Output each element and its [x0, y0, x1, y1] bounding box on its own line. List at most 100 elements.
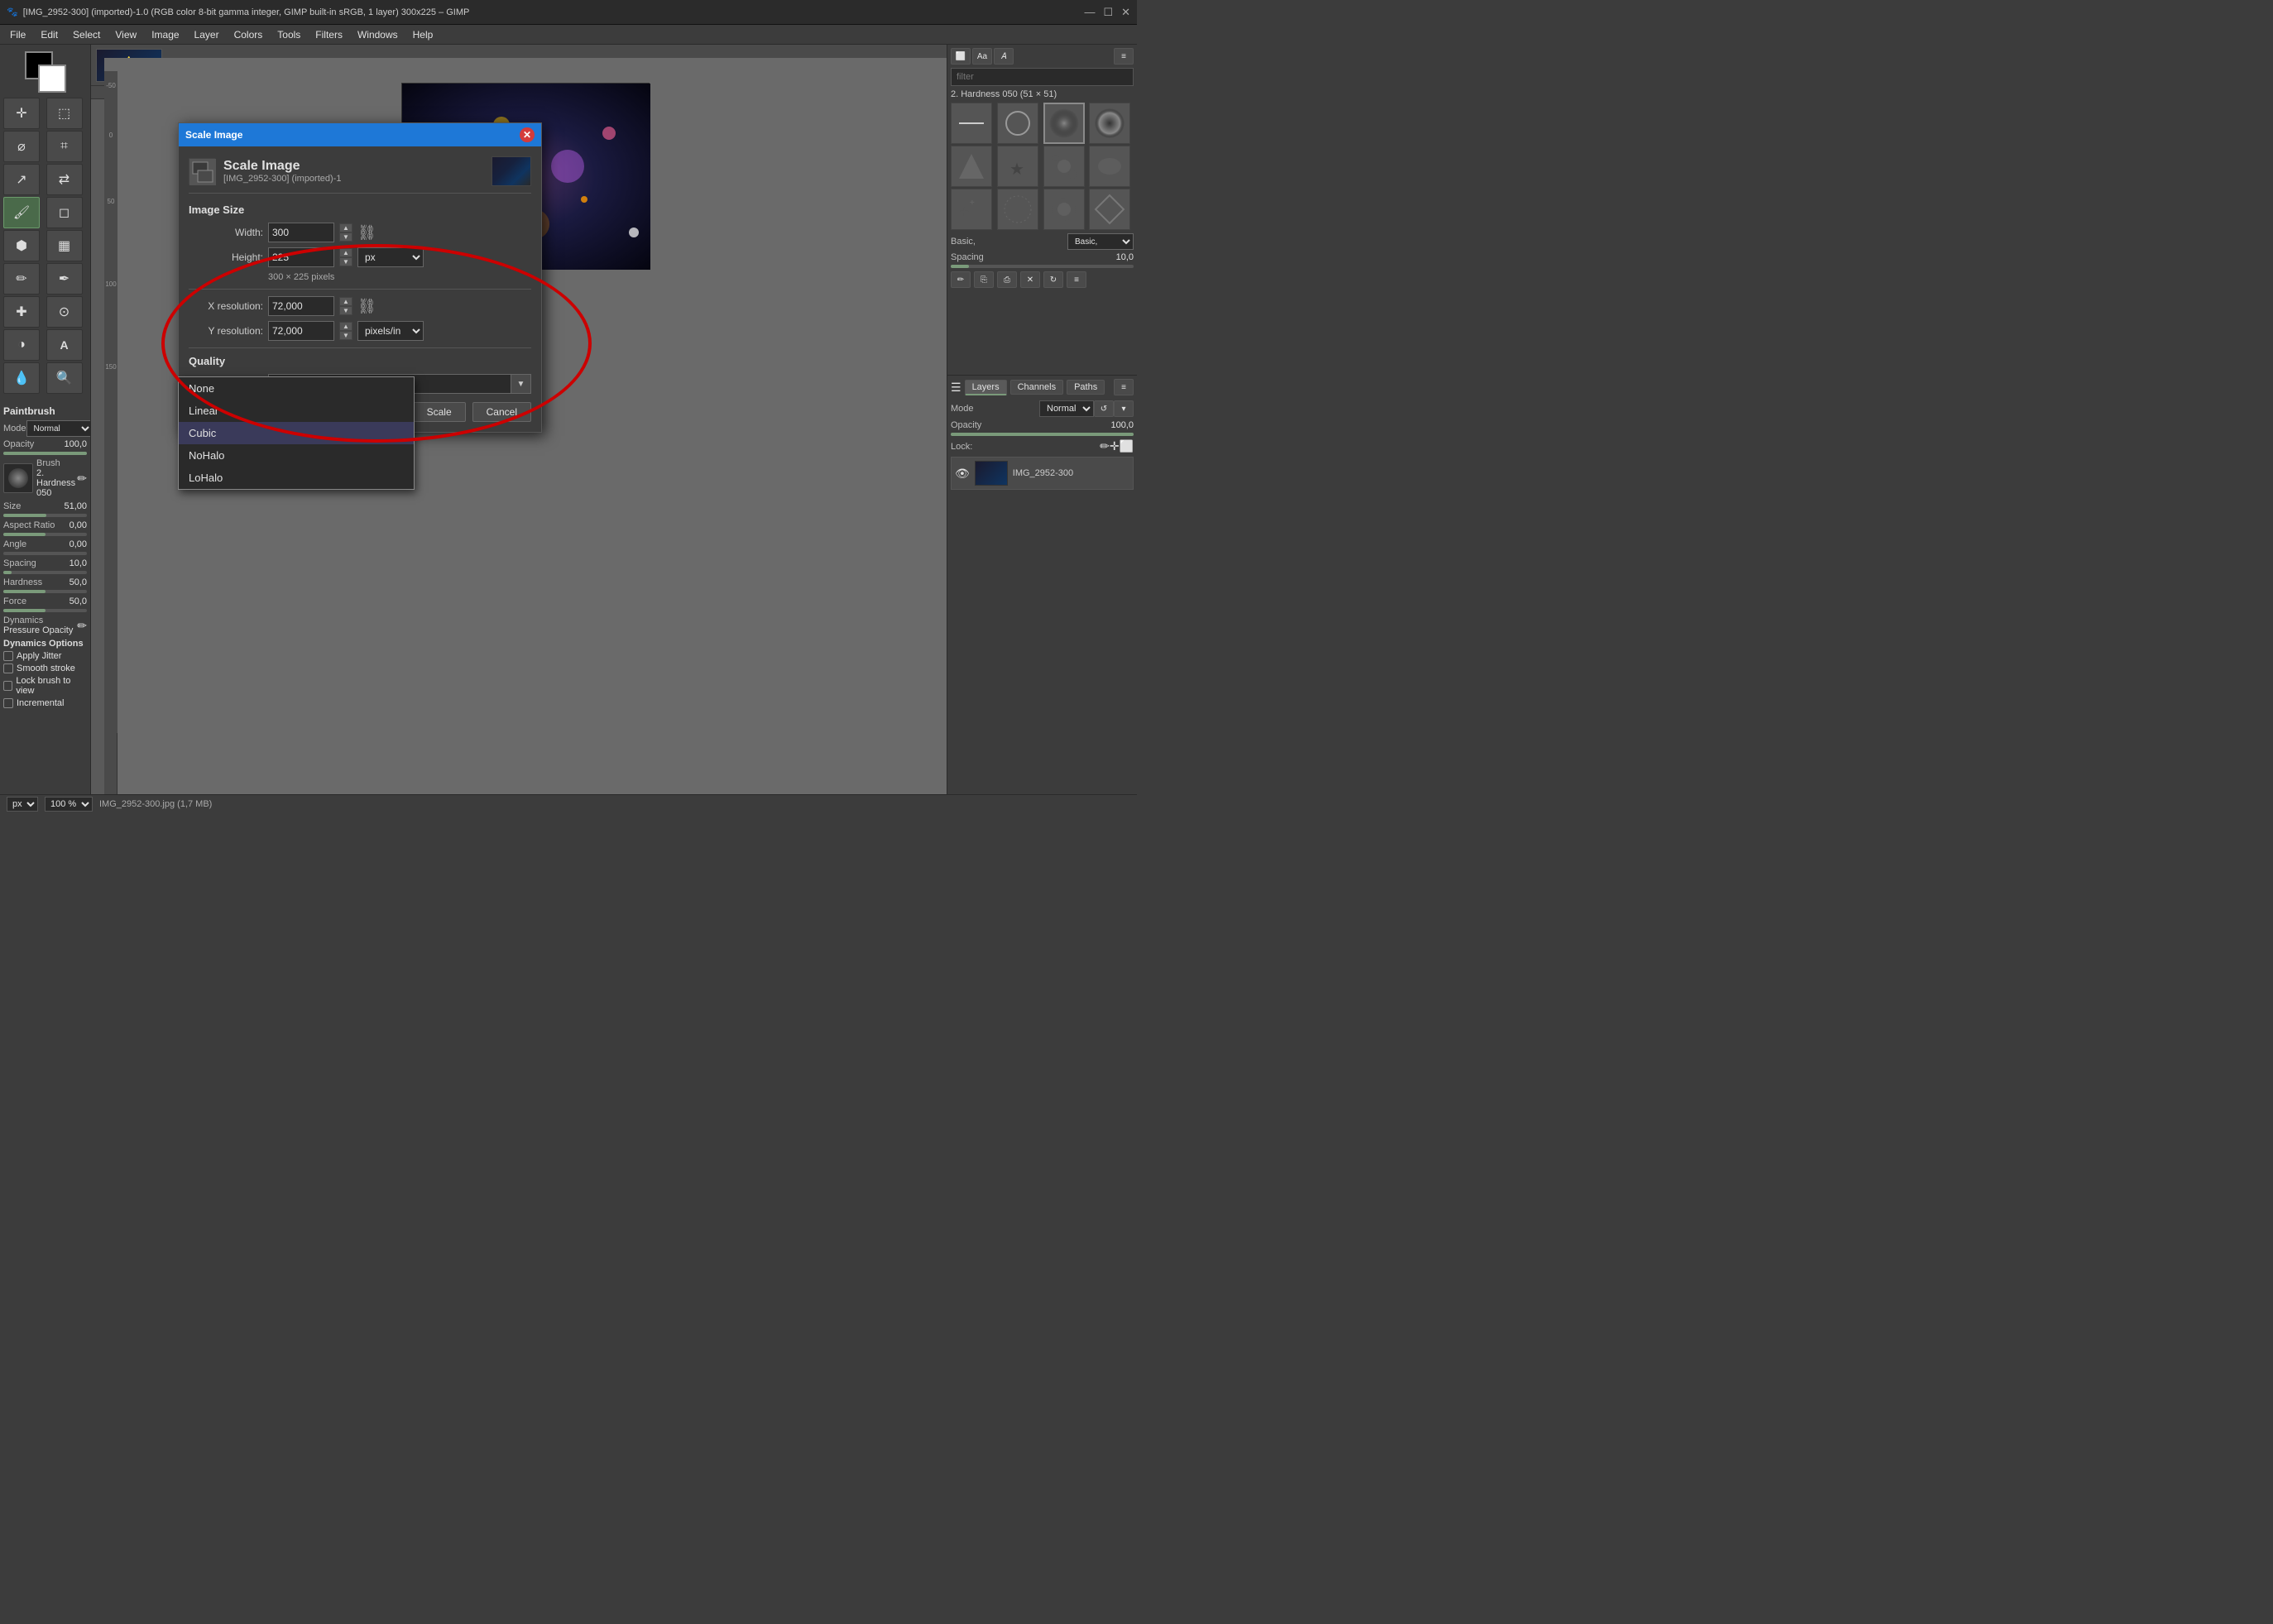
menu-filters[interactable]: Filters	[309, 27, 349, 42]
layer-mode-select[interactable]: Normal	[1039, 400, 1094, 417]
unit-select[interactable]: px	[7, 797, 38, 812]
width-spin-down[interactable]: ▼	[339, 232, 352, 242]
heal-btn[interactable]: ✚	[3, 296, 40, 328]
brush-item[interactable]	[951, 103, 992, 144]
xres-input[interactable]	[268, 296, 334, 316]
eyedropper-btn[interactable]: 💧	[3, 362, 40, 394]
blend-btn[interactable]: ▦	[46, 230, 83, 261]
menu-select[interactable]: Select	[66, 27, 107, 42]
height-spin-up[interactable]: ▲	[339, 248, 352, 257]
menu-tools[interactable]: Tools	[271, 27, 307, 42]
preset-select[interactable]: Basic,	[1067, 233, 1134, 250]
dynamics-edit-icon[interactable]: ✏	[77, 619, 87, 633]
menu-edit[interactable]: Edit	[34, 27, 65, 42]
menu-view[interactable]: View	[108, 27, 143, 42]
brush-item[interactable]	[1089, 146, 1130, 187]
res-unit-select[interactable]: pixels/in	[357, 321, 424, 341]
height-spin-down[interactable]: ▼	[339, 257, 352, 266]
bucket-fill-btn[interactable]: ⬢	[3, 230, 40, 261]
brush-item[interactable]	[951, 146, 992, 187]
rect-select-btn[interactable]: ⬚	[46, 98, 83, 129]
smooth-stroke-row[interactable]: Smooth stroke	[3, 663, 87, 673]
pencil-btn[interactable]: ✏	[3, 263, 40, 295]
unit-select-dialog[interactable]: px	[357, 247, 424, 267]
menu-windows[interactable]: Windows	[351, 27, 405, 42]
lock-brush-row[interactable]: Lock brush to view	[3, 676, 87, 696]
tab-layers[interactable]: Layers	[965, 380, 1007, 395]
brush-item[interactable]	[997, 189, 1038, 230]
brush-panel-menu[interactable]: ≡	[1114, 48, 1134, 65]
eraser-btn[interactable]: ◻	[46, 197, 83, 228]
menu-file[interactable]: File	[3, 27, 32, 42]
layer-item[interactable]: 👁 IMG_2952-300	[951, 457, 1134, 490]
chain-icon[interactable]: ⛓	[357, 224, 376, 242]
cancel-button[interactable]: Cancel	[472, 402, 531, 422]
move-tool-btn[interactable]: ✛	[3, 98, 40, 129]
tab-channels[interactable]: Channels	[1010, 380, 1063, 395]
scale-button[interactable]: Scale	[413, 402, 466, 422]
brush-action-2[interactable]: ⎘	[974, 271, 994, 288]
layer-mode-options[interactable]: ▾	[1114, 400, 1134, 417]
interpolation-dropdown-btn[interactable]: ▼	[511, 374, 531, 394]
incremental-checkbox[interactable]	[3, 698, 13, 708]
smooth-stroke-checkbox[interactable]	[3, 663, 13, 673]
brush-edit-icon[interactable]: ✏	[77, 472, 87, 486]
interpolation-option-lohalo[interactable]: LoHalo	[179, 467, 414, 489]
xres-spin-down[interactable]: ▼	[339, 306, 352, 315]
interpolation-option-none[interactable]: None	[179, 377, 414, 400]
layer-visibility-icon[interactable]: 👁	[955, 467, 970, 481]
apply-jitter-row[interactable]: Apply Jitter	[3, 651, 87, 661]
chain-icon-res[interactable]: ⛓	[357, 298, 376, 315]
brush-action-1[interactable]: ✏	[951, 271, 971, 288]
lasso-btn[interactable]: ⌀	[3, 131, 40, 162]
brush-item[interactable]	[1089, 189, 1130, 230]
tab-paths[interactable]: Paths	[1067, 380, 1105, 395]
brush-action-5[interactable]: ↻	[1043, 271, 1063, 288]
text-btn[interactable]: A	[46, 329, 83, 361]
scale-dialog-close[interactable]: ✕	[520, 127, 535, 142]
interpolation-option-nohalo[interactable]: NoHalo	[179, 444, 414, 467]
flip-btn[interactable]: ⇄	[46, 164, 83, 195]
brush-tool-btn2[interactable]: Aa	[972, 48, 992, 65]
brush-tool-btn3[interactable]: 𝐴	[994, 48, 1014, 65]
brush-action-4[interactable]: ✕	[1020, 271, 1040, 288]
brush-item[interactable]	[997, 103, 1038, 144]
brush-item[interactable]	[1043, 189, 1085, 230]
yres-spin-up[interactable]: ▲	[339, 322, 352, 331]
brush-item[interactable]	[1043, 146, 1085, 187]
brush-action-6[interactable]: ≡	[1067, 271, 1086, 288]
background-color[interactable]	[38, 65, 66, 93]
zoom-select[interactable]: 100 %	[45, 797, 93, 812]
brush-item-selected[interactable]	[1043, 103, 1085, 144]
minimize-btn[interactable]: —	[1084, 6, 1095, 19]
brush-filter-input[interactable]	[951, 68, 1134, 86]
layer-mode-reset[interactable]: ↺	[1094, 400, 1114, 417]
brush-preview[interactable]	[3, 463, 33, 493]
lock-pixels-icon[interactable]: ✏	[1100, 439, 1110, 453]
apply-jitter-checkbox[interactable]	[3, 651, 13, 661]
height-input[interactable]	[268, 247, 334, 267]
brush-action-3[interactable]: ⎙	[997, 271, 1017, 288]
yres-spin-down[interactable]: ▼	[339, 331, 352, 340]
transform-btn[interactable]: ↗	[3, 164, 40, 195]
lock-position-icon[interactable]: ✛	[1110, 439, 1120, 453]
width-input[interactable]	[268, 223, 334, 242]
paintbrush-btn[interactable]: 🖌	[3, 197, 40, 228]
lock-alpha-icon[interactable]: ⬜	[1120, 439, 1134, 453]
ink-btn[interactable]: ✒	[46, 263, 83, 295]
magnify-btn[interactable]: 🔍	[46, 362, 83, 394]
lock-brush-checkbox[interactable]	[3, 681, 12, 691]
brush-tool-btn1[interactable]: ⬜	[951, 48, 971, 65]
layers-panel-menu[interactable]: ≡	[1114, 379, 1134, 395]
interpolation-option-linear[interactable]: Linear	[179, 400, 414, 422]
interpolation-option-cubic[interactable]: Cubic	[179, 422, 414, 444]
clone-btn[interactable]: ⊙	[46, 296, 83, 328]
maximize-btn[interactable]: ☐	[1103, 6, 1113, 19]
menu-layer[interactable]: Layer	[188, 27, 226, 42]
xres-spin-up[interactable]: ▲	[339, 297, 352, 306]
color-indicator[interactable]	[25, 51, 66, 93]
crop-btn[interactable]: ⌗	[46, 131, 83, 162]
dodge-btn[interactable]: ◑	[3, 329, 40, 361]
brush-item[interactable]: + +	[951, 189, 992, 230]
close-btn[interactable]: ✕	[1121, 6, 1130, 19]
